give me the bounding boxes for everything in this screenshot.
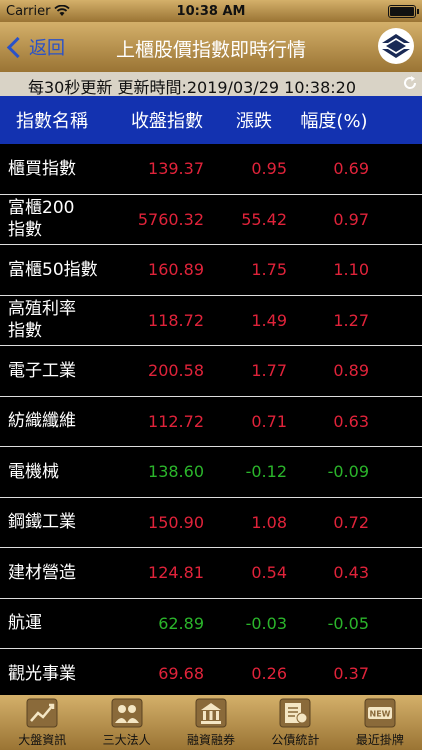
- close-value: 62.89: [158, 613, 204, 633]
- table-row[interactable]: 紡織纖維 112.72 0.71 0.63: [0, 397, 422, 447]
- tab-institutional-investors[interactable]: 三大法人: [84, 695, 168, 750]
- index-name: 觀光事業: [8, 663, 76, 684]
- percent-value: -0.05: [327, 613, 369, 633]
- change-value: -0.12: [245, 462, 287, 482]
- new-listing-icon: NEW: [362, 697, 398, 729]
- index-name: 電機械: [8, 461, 59, 482]
- tab-margin-trading[interactable]: 融資融券: [169, 695, 253, 750]
- index-name: 電子工業: [8, 360, 76, 381]
- tab-label: 大盤資訊: [18, 733, 67, 747]
- close-value: 69.68: [158, 664, 204, 684]
- percent-value: 0.63: [333, 411, 369, 431]
- close-value: 118.72: [148, 310, 204, 330]
- change-value: 0.54: [251, 563, 287, 583]
- close-value: 150.90: [148, 512, 204, 532]
- index-name: 建材營造: [8, 562, 76, 583]
- percent-value: 1.27: [333, 310, 369, 330]
- close-value: 160.89: [148, 260, 204, 280]
- header-close: 收盤指數: [131, 111, 203, 132]
- change-value: -0.03: [245, 613, 287, 633]
- percent-value: 1.10: [333, 260, 369, 280]
- table-row[interactable]: 航運 62.89 -0.03 -0.05: [0, 599, 422, 649]
- update-time-text: 每30秒更新 更新時間:2019/03/29 10:38:20: [28, 78, 357, 97]
- table-row[interactable]: 建材營造 124.81 0.54 0.43: [0, 548, 422, 599]
- percent-value: 0.43: [333, 563, 369, 583]
- update-info-bar: 每30秒更新 更新時間:2019/03/29 10:38:20: [0, 72, 422, 97]
- market-chart-icon: [24, 697, 60, 729]
- header-percent: 幅度(%): [300, 111, 368, 132]
- change-value: 0.95: [251, 159, 287, 179]
- change-value: 55.42: [241, 209, 287, 229]
- table-row[interactable]: 觀光事業 69.68 0.26 0.37: [0, 649, 422, 700]
- table-row[interactable]: 富櫃200 指數 5760.32 55.42 0.97: [0, 195, 422, 245]
- percent-value: 0.89: [333, 361, 369, 381]
- index-name: 航運: [8, 613, 42, 634]
- tab-market-chart[interactable]: 大盤資訊: [0, 695, 84, 750]
- close-value: 138.60: [148, 462, 204, 482]
- table-row[interactable]: 電子工業 200.58 1.77 0.89: [0, 346, 422, 397]
- tab-bar: 大盤資訊 三大法人 融資融券 公債統計 NEW 最近掛牌: [0, 695, 422, 750]
- percent-value: 0.37: [333, 664, 369, 684]
- index-name: 富櫃50指數: [8, 259, 98, 280]
- change-value: 0.71: [251, 411, 287, 431]
- table-row[interactable]: 電機械 138.60 -0.12 -0.09: [0, 447, 422, 498]
- table-header: 指數名稱 收盤指數 漲跌 幅度(%): [0, 96, 422, 144]
- change-value: 0.26: [251, 664, 287, 684]
- status-bar: Carrier 10:38 AM: [0, 0, 422, 22]
- index-name: 鋼鐵工業: [8, 512, 76, 533]
- tab-new-listing[interactable]: NEW 最近掛牌: [338, 695, 422, 750]
- close-value: 139.37: [148, 159, 204, 179]
- index-name: 紡織纖維: [8, 411, 76, 432]
- percent-value: 0.69: [333, 159, 369, 179]
- bond-statistics-icon: [277, 697, 313, 729]
- percent-value: 0.72: [333, 512, 369, 532]
- refresh-icon[interactable]: [402, 75, 418, 91]
- close-value: 124.81: [148, 563, 204, 583]
- margin-trading-icon: [193, 697, 229, 729]
- clock: 10:38 AM: [176, 3, 246, 19]
- nav-bar: 返回 上櫃股價指數即時行情: [0, 22, 422, 72]
- svg-text:NEW: NEW: [369, 710, 390, 719]
- index-name: 富櫃200 指數: [8, 198, 75, 241]
- percent-value: -0.09: [327, 462, 369, 482]
- tab-label: 公債統計: [271, 733, 320, 747]
- close-value: 5760.32: [137, 209, 204, 229]
- table-row[interactable]: 高殖利率 指數 118.72 1.49 1.27: [0, 296, 422, 346]
- percent-value: 0.97: [333, 209, 369, 229]
- tab-bond-statistics[interactable]: 公債統計: [253, 695, 337, 750]
- table-row[interactable]: 櫃買指數 139.37 0.95 0.69: [0, 144, 422, 195]
- index-name: 高殖利率 指數: [8, 299, 76, 342]
- app-logo-icon[interactable]: [376, 26, 416, 66]
- close-value: 112.72: [148, 411, 204, 431]
- table-row[interactable]: 富櫃50指數 160.89 1.75 1.10: [0, 245, 422, 296]
- index-name: 櫃買指數: [8, 158, 76, 179]
- battery-icon: [388, 4, 419, 18]
- institutional-investors-icon: [109, 697, 145, 729]
- change-value: 1.77: [251, 361, 287, 381]
- change-value: 1.75: [251, 260, 287, 280]
- header-name: 指數名稱: [16, 111, 88, 132]
- table-row[interactable]: 鋼鐵工業 150.90 1.08 0.72: [0, 498, 422, 548]
- tab-label: 最近掛牌: [355, 733, 404, 747]
- header-change: 漲跌: [236, 111, 272, 132]
- page-title: 上櫃股價指數即時行情: [115, 39, 306, 61]
- change-value: 1.08: [251, 512, 287, 532]
- tab-label: 融資融券: [187, 733, 236, 747]
- change-value: 1.49: [251, 310, 287, 330]
- tab-label: 三大法人: [102, 733, 151, 747]
- close-value: 200.58: [148, 361, 204, 381]
- index-table: 櫃買指數 139.37 0.95 0.69 富櫃200 指數 5760.32 55.42 0.9…: [0, 144, 422, 700]
